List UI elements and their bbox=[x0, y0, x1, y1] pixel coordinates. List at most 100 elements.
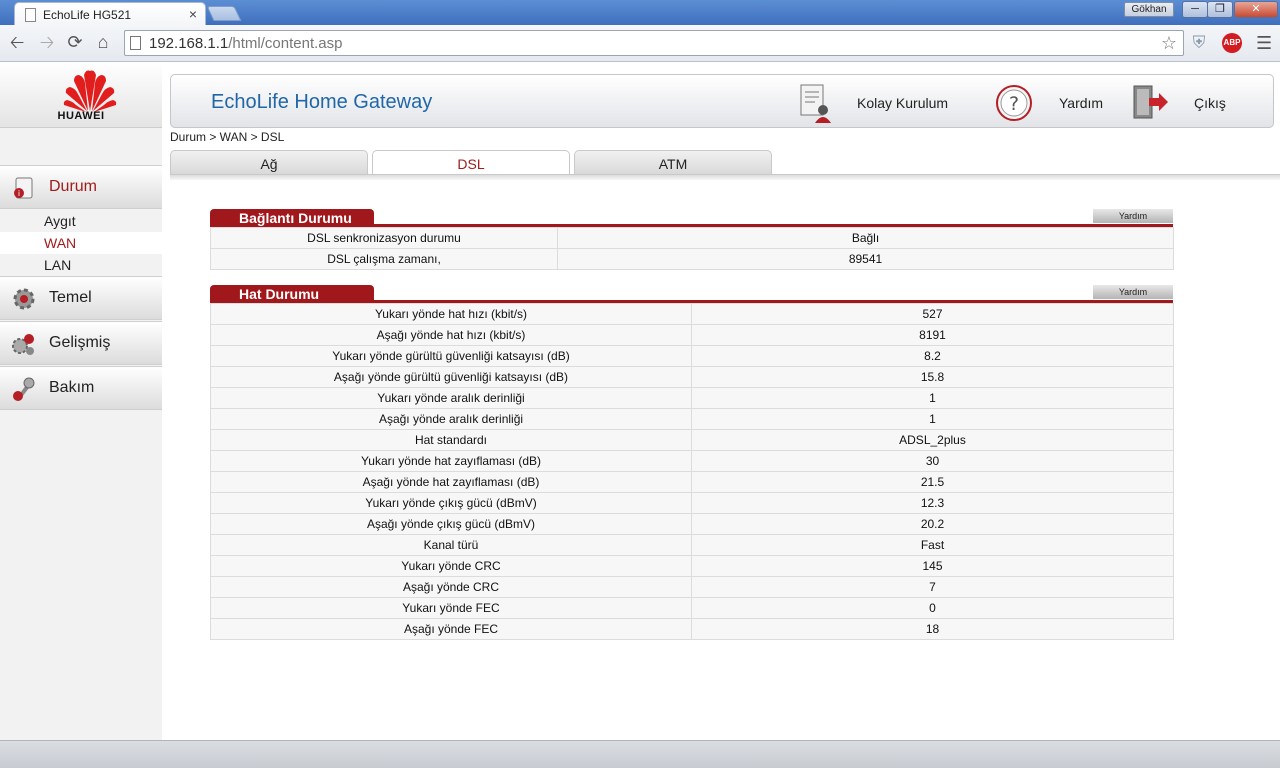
row-value: 12.3 bbox=[691, 492, 1174, 514]
adblock-extension-icon[interactable]: ABP bbox=[1222, 33, 1242, 53]
sidebar-item-temel[interactable]: Temel bbox=[0, 276, 162, 320]
tab-close-icon[interactable]: × bbox=[189, 6, 197, 22]
table-row: Aşağı yönde aralık derinliği 1 bbox=[210, 408, 1174, 430]
connection-help-button[interactable]: Yardım bbox=[1093, 209, 1173, 223]
section-title: Bağlantı Durumu bbox=[210, 209, 374, 227]
table-row: Aşağı yönde hat hızı (kbit/s) 8191 bbox=[210, 324, 1174, 346]
tab-atm[interactable]: ATM bbox=[574, 150, 772, 174]
close-window-button[interactable]: ✕ bbox=[1234, 1, 1278, 18]
browser-toolbar: 🡠 🡢 ⟳ ⌂ 192.168.1.1/html/content.asp ☆ ⛨… bbox=[0, 25, 1280, 62]
table-row: Yukarı yönde CRC 145 bbox=[210, 555, 1174, 577]
minimize-window-button[interactable]: ─ bbox=[1182, 1, 1208, 18]
row-value: 0 bbox=[691, 597, 1174, 619]
url-text: 192.168.1.1/html/content.asp bbox=[149, 35, 343, 52]
row-value: 21.5 bbox=[691, 471, 1174, 493]
forward-arrow-icon[interactable]: 🡢 bbox=[36, 31, 58, 53]
row-label: Aşağı yönde FEC bbox=[210, 618, 692, 640]
row-label: Yukarı yönde CRC bbox=[210, 555, 692, 577]
connection-status-section: Bağlantı Durumu Yardım DSL senkronizasyo… bbox=[210, 209, 1174, 270]
sidebar-item-label: Gelişmiş bbox=[49, 334, 111, 351]
help-link[interactable]: Yardım bbox=[1059, 95, 1103, 111]
section-header: Hat Durumu Yardım bbox=[210, 285, 1173, 303]
section-title: Hat Durumu bbox=[210, 285, 374, 303]
shield-extension-icon[interactable]: ⛨ bbox=[1190, 33, 1208, 53]
maintenance-icon bbox=[13, 377, 35, 401]
row-value: Fast bbox=[691, 534, 1174, 556]
table-row: Aşağı yönde CRC 7 bbox=[210, 576, 1174, 598]
row-label: Yukarı yönde çıkış gücü (dBmV) bbox=[210, 492, 692, 514]
line-help-button[interactable]: Yardım bbox=[1093, 285, 1173, 299]
sidebar-item-gelismis[interactable]: Gelişmiş bbox=[0, 321, 162, 365]
back-arrow-icon[interactable]: 🡠 bbox=[6, 31, 28, 53]
page-title: EchoLife Home Gateway bbox=[211, 91, 433, 113]
address-bar[interactable]: 192.168.1.1/html/content.asp ☆ bbox=[124, 30, 1184, 56]
row-value: 1 bbox=[691, 387, 1174, 409]
page-icon bbox=[130, 36, 141, 50]
row-value: 7 bbox=[691, 576, 1174, 598]
sidebar-item-durum[interactable]: i Durum bbox=[0, 165, 162, 209]
sidebar-item-label: Temel bbox=[49, 289, 92, 306]
row-value: 30 bbox=[691, 450, 1174, 472]
table-row: Yukarı yönde FEC 0 bbox=[210, 597, 1174, 619]
table-row: Aşağı yönde gürültü güvenliği katsayısı … bbox=[210, 366, 1174, 388]
row-label: Aşağı yönde çıkış gücü (dBmV) bbox=[210, 513, 692, 535]
row-value: 145 bbox=[691, 555, 1174, 577]
huawei-logo: HUAWEI bbox=[0, 62, 162, 128]
bookmark-star-icon[interactable]: ☆ bbox=[1161, 33, 1177, 54]
breadcrumb: Durum > WAN > DSL bbox=[170, 130, 285, 144]
sidebar-item-bakim[interactable]: Bakım bbox=[0, 366, 162, 410]
browser-tab[interactable]: EchoLife HG521 × bbox=[14, 2, 206, 26]
table-row: Aşağı yönde hat zayıflaması (dB) 21.5 bbox=[210, 471, 1174, 493]
tab-title: EchoLife HG521 bbox=[43, 8, 132, 22]
row-label: DSL çalışma zamanı, bbox=[210, 248, 558, 270]
help-icon[interactable]: ? bbox=[995, 83, 1033, 123]
gateway-header: EchoLife Home Gateway Kolay Kurulum ? Ya… bbox=[170, 74, 1274, 128]
table-row: Hat standardı ADSL_2plus bbox=[210, 429, 1174, 451]
sidebar-item-label: Durum bbox=[49, 178, 98, 195]
page-favicon-icon bbox=[25, 8, 36, 22]
table-row: Kanal türü Fast bbox=[210, 534, 1174, 556]
table-row: Yukarı yönde gürültü güvenliği katsayısı… bbox=[210, 345, 1174, 367]
table-row: Aşağı yönde FEC 18 bbox=[210, 618, 1174, 640]
row-value: 20.2 bbox=[691, 513, 1174, 535]
row-label: Yukarı yönde aralık derinliği bbox=[210, 387, 692, 409]
home-icon[interactable]: ⌂ bbox=[92, 31, 114, 53]
row-label: Yukarı yönde hat hızı (kbit/s) bbox=[210, 303, 692, 325]
row-value: 8.2 bbox=[691, 345, 1174, 367]
table-row: DSL senkronizasyon durumu Bağlı bbox=[210, 227, 1174, 249]
advanced-icon bbox=[12, 334, 34, 355]
svg-text:?: ? bbox=[1009, 93, 1019, 115]
row-label: Hat standardı bbox=[210, 429, 692, 451]
tab-ag[interactable]: Ağ bbox=[170, 150, 368, 174]
table-row: Aşağı yönde çıkış gücü (dBmV) 20.2 bbox=[210, 513, 1174, 535]
tab-dsl[interactable]: DSL bbox=[372, 150, 570, 174]
table-row: Yukarı yönde hat zayıflaması (dB) 30 bbox=[210, 450, 1174, 472]
row-label: Aşağı yönde gürültü güvenliği katsayısı … bbox=[210, 366, 692, 388]
tabs-divider bbox=[170, 174, 1280, 180]
logout-icon[interactable] bbox=[1131, 83, 1169, 123]
section-header: Bağlantı Durumu Yardım bbox=[210, 209, 1173, 227]
row-value: 1 bbox=[691, 408, 1174, 430]
sidebar-subitem-wan[interactable]: WAN bbox=[0, 232, 162, 254]
sidebar: HUAWEI i Durum Aygıt WAN LAN Temel Geliş… bbox=[0, 62, 162, 740]
logout-link[interactable]: Çıkış bbox=[1194, 95, 1226, 111]
svg-text:i: i bbox=[18, 189, 20, 198]
bottom-bar bbox=[0, 740, 1280, 768]
huawei-logo-icon bbox=[63, 70, 117, 112]
sidebar-subitem-aygit[interactable]: Aygıt bbox=[0, 210, 162, 232]
browser-menu-icon[interactable]: ☰ bbox=[1256, 33, 1272, 53]
quick-setup-icon[interactable] bbox=[797, 83, 835, 123]
maximize-window-button[interactable]: ❐ bbox=[1207, 1, 1233, 18]
row-label: Aşağı yönde aralık derinliği bbox=[210, 408, 692, 430]
profile-user-button[interactable]: Gökhan bbox=[1124, 2, 1174, 17]
row-label: Yukarı yönde hat zayıflaması (dB) bbox=[210, 450, 692, 472]
row-label: Kanal türü bbox=[210, 534, 692, 556]
new-tab-button[interactable] bbox=[206, 6, 242, 21]
quick-setup-link[interactable]: Kolay Kurulum bbox=[857, 95, 948, 111]
line-status-table: Yukarı yönde hat hızı (kbit/s) 527 Aşağı y… bbox=[210, 303, 1174, 640]
row-value: 8191 bbox=[691, 324, 1174, 346]
sidebar-subitem-lan[interactable]: LAN bbox=[0, 254, 162, 276]
row-label: DSL senkronizasyon durumu bbox=[210, 227, 558, 249]
logo-text: HUAWEI bbox=[57, 110, 105, 122]
reload-icon[interactable]: ⟳ bbox=[64, 31, 86, 53]
